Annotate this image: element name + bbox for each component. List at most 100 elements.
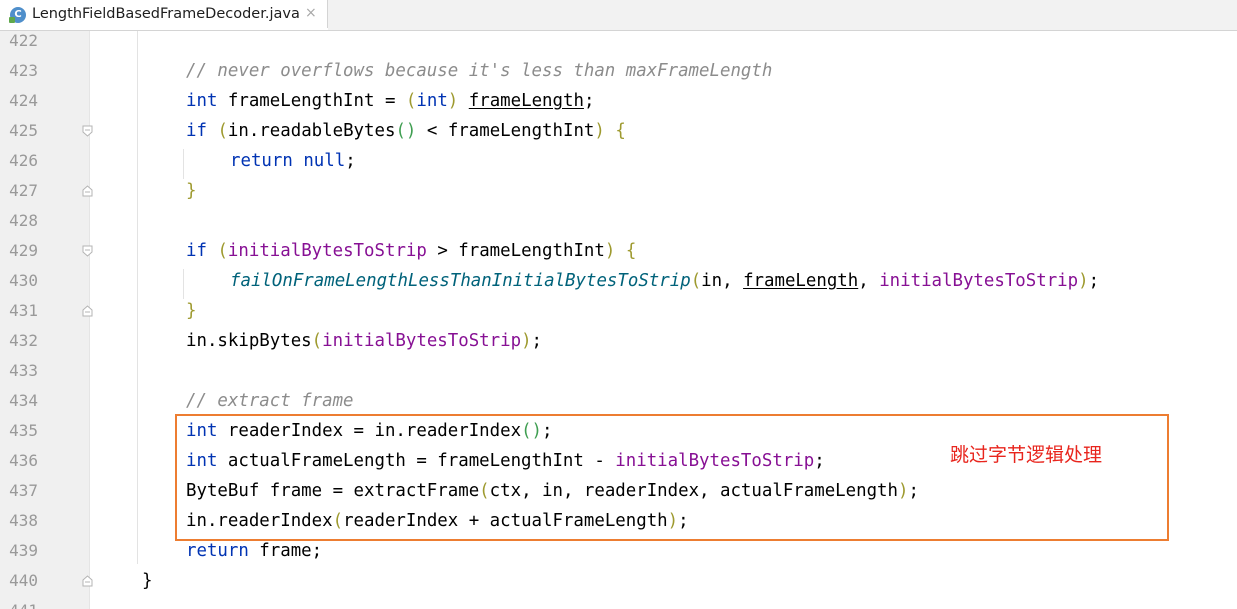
java-class-icon: C: [9, 7, 26, 23]
fold-open-icon[interactable]: [82, 245, 93, 257]
field: initialBytesToStrip: [879, 271, 1079, 291]
code-line: 432 in.skipBytes(initialBytesToStrip);: [0, 326, 1237, 356]
code-token: frame;: [248, 541, 323, 561]
tab-title: LengthFieldBasedFrameDecoder.java: [32, 6, 300, 22]
code-token: in.readableBytes: [227, 121, 396, 141]
code-line: 441: [0, 596, 1237, 609]
brace: {: [615, 121, 626, 141]
comment: // extract frame: [186, 391, 354, 411]
line-number: 430: [9, 271, 38, 290]
code-token: ;: [1088, 271, 1100, 291]
code-line: 425 if (in.readableBytes() < frameLength…: [0, 116, 1237, 146]
code-token: < frameLengthInt: [416, 121, 595, 141]
fold-open-icon[interactable]: [82, 125, 93, 137]
code-line: 423 // never overflows because it's less…: [0, 56, 1237, 86]
paren: (: [311, 331, 323, 351]
code-text: // extract frame: [186, 386, 354, 416]
variable: frameLength: [743, 271, 859, 291]
code-line: 426 return null;: [0, 146, 1237, 176]
keyword: int: [186, 91, 218, 111]
keyword: return: [230, 151, 293, 171]
paren: ): [521, 331, 532, 351]
code-line: 430 failOnFrameLengthLessThanInitialByte…: [0, 266, 1237, 296]
keyword: null: [303, 151, 346, 171]
paren: (: [217, 241, 228, 261]
code-token: in.skipBytes: [186, 331, 312, 351]
paren: (: [690, 271, 702, 291]
code-token: ;: [345, 151, 356, 171]
keyword: return: [186, 541, 249, 561]
code-line: 424 int frameLengthInt = (int) frameLeng…: [0, 86, 1237, 116]
code-line: 440 }: [0, 566, 1237, 596]
tab-lengthfieldbasedframedecoder[interactable]: C LengthFieldBasedFrameDecoder.java ×: [0, 0, 328, 30]
code-text: if (in.readableBytes() < frameLengthInt)…: [186, 116, 626, 146]
line-number: 441: [5, 596, 38, 609]
line-number: 423: [9, 61, 38, 80]
line-number: 424: [9, 91, 38, 110]
code-text: // never overflows because it's less tha…: [186, 56, 772, 86]
field: initialBytesToStrip: [227, 241, 427, 261]
line-number: 433: [9, 361, 38, 380]
fold-close-icon[interactable]: [82, 185, 93, 197]
line-number: 431: [9, 301, 38, 320]
code-token: ,: [858, 271, 880, 291]
highlight-box: [175, 414, 1169, 541]
code-line: 427 }: [0, 176, 1237, 206]
variable: frameLength: [468, 91, 584, 111]
code-line: 433: [0, 356, 1237, 386]
code-line: 434 // extract frame: [0, 386, 1237, 416]
code-editor[interactable]: 422 423 // never overflows because it's …: [0, 31, 1237, 609]
paren: ): [1078, 271, 1089, 291]
keyword: if: [186, 241, 207, 261]
code-token: ;: [583, 91, 595, 111]
paren: ): [594, 121, 605, 141]
line-number: 439: [9, 541, 38, 560]
fold-close-icon[interactable]: [82, 305, 93, 317]
code-text: return null;: [230, 146, 356, 176]
code-token: > frameLengthInt: [426, 241, 605, 261]
line-number: 434: [9, 391, 38, 410]
code-line: 429 if (initialBytesToStrip > frameLengt…: [0, 236, 1237, 266]
code-text: if (initialBytesToStrip > frameLengthInt…: [186, 236, 636, 266]
code-token: ;: [531, 331, 543, 351]
brace: {: [625, 241, 637, 261]
code-text: }: [186, 296, 196, 326]
code-token: in,: [701, 271, 744, 291]
line-number: 436: [9, 451, 38, 470]
close-icon[interactable]: ×: [305, 5, 317, 21]
paren: (): [395, 121, 417, 141]
code-text: }: [186, 176, 196, 206]
keyword: int: [416, 91, 448, 111]
brace: }: [142, 571, 153, 591]
code-text: }: [142, 566, 152, 596]
line-number: 428: [9, 211, 38, 230]
line-number: 426: [9, 151, 38, 170]
fold-close-icon[interactable]: [82, 575, 93, 587]
code-token: frameLengthInt =: [217, 91, 406, 111]
brace: }: [186, 301, 197, 321]
editor-tab-bar: C LengthFieldBasedFrameDecoder.java ×: [0, 0, 1237, 31]
tab-active-indicator: [0, 28, 328, 30]
code-line: 428: [0, 206, 1237, 236]
line-number: 437: [9, 481, 38, 500]
line-number: 429: [9, 241, 38, 260]
paren: ): [447, 91, 459, 111]
line-number: 422: [9, 31, 38, 50]
line-number: 438: [9, 511, 38, 530]
code-line: 422: [0, 31, 1237, 56]
code-text: int frameLengthInt = (int) frameLength;: [186, 86, 594, 116]
code-text: failOnFrameLengthLessThanInitialBytesToS…: [230, 266, 1099, 296]
field: initialBytesToStrip: [322, 331, 522, 351]
brace: }: [186, 181, 197, 201]
static-method: failOnFrameLengthLessThanInitialBytesToS…: [230, 271, 691, 291]
paren: ): [604, 241, 616, 261]
line-number: 425: [9, 121, 38, 140]
keyword: if: [186, 121, 207, 141]
line-number: 427: [9, 181, 38, 200]
